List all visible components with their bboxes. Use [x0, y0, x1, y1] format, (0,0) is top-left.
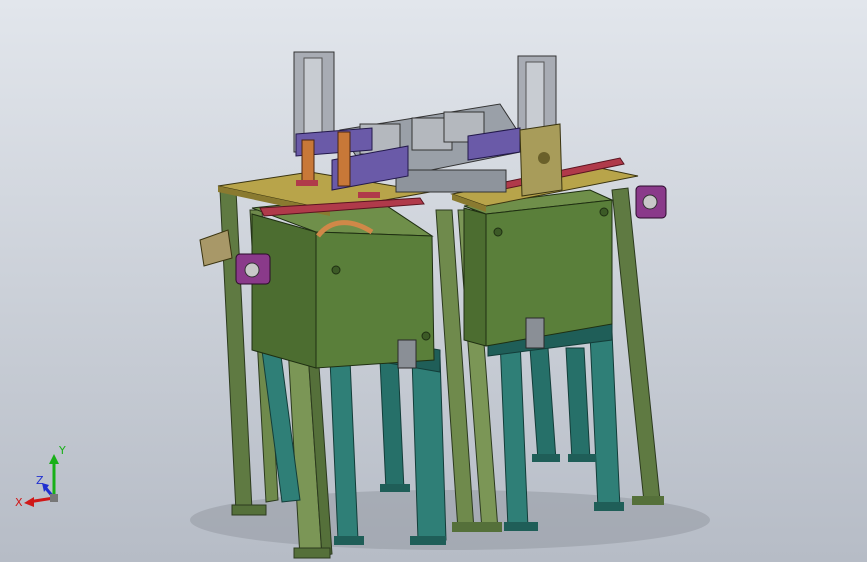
- post-center: [337, 131, 351, 187]
- right-stand-foot-4: [568, 454, 596, 462]
- right-cabinet-side: [463, 207, 487, 347]
- cad-viewport[interactable]: Y X Z: [0, 0, 867, 562]
- right-foot-1: [452, 522, 502, 532]
- right-cabinet[interactable]: [463, 189, 614, 349]
- side-plate-hole: [538, 152, 550, 164]
- left-cabinet-side: [251, 213, 317, 369]
- left-stand-foot-3: [380, 484, 410, 492]
- right-stand-foot-2: [594, 502, 624, 511]
- x-axis-arrow: [24, 497, 34, 507]
- z-axis-label: Z: [36, 474, 44, 487]
- left-stand-leg-d: [411, 355, 447, 541]
- left-cabinet-bolt-2: [421, 331, 431, 341]
- left-stand-foot-2: [410, 536, 446, 545]
- right-stand-foot-3: [532, 454, 560, 462]
- post-left: [301, 139, 315, 185]
- left-cabinet-bolt: [331, 265, 341, 275]
- motor-left-shaft: [244, 262, 260, 278]
- left-cabinet[interactable]: [251, 195, 435, 369]
- left-foot-1: [231, 504, 267, 516]
- mechanism-foot-1: [296, 180, 318, 186]
- right-stand-foot-1: [504, 522, 538, 531]
- right-stand-leg-c: [565, 347, 591, 461]
- motor-right[interactable]: [635, 185, 667, 219]
- orientation-triad[interactable]: Y X Z: [14, 442, 74, 512]
- right-cabinet-front: [485, 199, 613, 347]
- x-axis-label: X: [15, 496, 23, 509]
- right-stand-leg-d: [589, 331, 621, 509]
- right-stand-leg-b: [529, 347, 557, 461]
- right-cabinet-latch[interactable]: [525, 317, 545, 349]
- mechanism-foot-2: [358, 192, 380, 198]
- triad-origin: [50, 494, 58, 502]
- right-frame-back-leg: [611, 187, 661, 503]
- left-stand-leg-c: [379, 359, 405, 491]
- right-cabinet-bolt-2: [599, 207, 609, 217]
- transfer-mechanism[interactable]: [293, 51, 563, 198]
- carriage-slide: [395, 169, 507, 193]
- left-stand-foot-1: [334, 536, 364, 545]
- motor-right-shaft: [642, 194, 658, 210]
- right-cabinet-bolt: [493, 227, 503, 237]
- left-cabinet-latch[interactable]: [397, 339, 417, 369]
- machine-model[interactable]: [0, 0, 867, 562]
- y-axis-label: Y: [58, 444, 66, 457]
- left-foot-2: [293, 547, 331, 559]
- right-foot-2: [632, 496, 664, 505]
- y-axis-arrow: [49, 454, 59, 464]
